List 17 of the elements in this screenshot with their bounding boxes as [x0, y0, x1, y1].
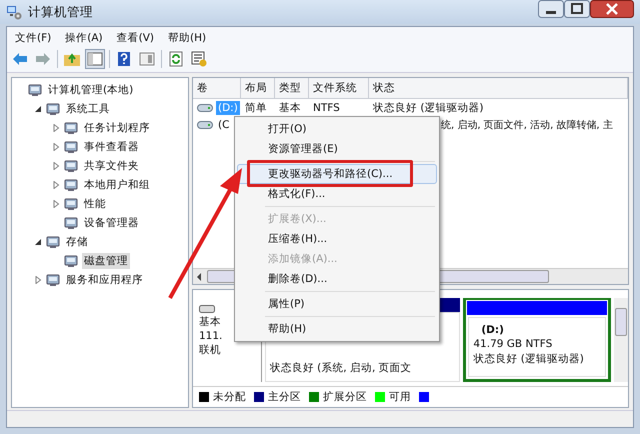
table-cell-text: 统, 启动, 页面文件, 活动, 故障转储, 主	[440, 118, 614, 132]
disk-type: 基本	[199, 315, 222, 329]
legend-label: 未分配	[213, 390, 246, 404]
disk-state: 联机	[199, 343, 222, 357]
partition-name: (D:)	[480, 324, 505, 336]
legend-label: 主分区	[268, 390, 301, 404]
partition-info: 41.79 GB NTFS	[473, 338, 554, 350]
legend-label: 可用	[389, 390, 411, 404]
legend-label: 扩展分区	[323, 390, 367, 404]
partition-info: 状态良好 (逻辑驱动器)	[473, 352, 585, 366]
partition-info: 状态良好 (系统, 启动, 页面文	[270, 361, 413, 375]
table-cell-text: 简单	[244, 100, 268, 114]
table-cell-text: 基本	[278, 100, 302, 114]
table-cell-text: 状态良好 (逻辑驱动器)	[372, 100, 485, 114]
window-title: 计算机管理	[28, 4, 93, 20]
table-cell-text: NTFS	[312, 102, 341, 114]
disk-size: 111.	[199, 330, 224, 342]
